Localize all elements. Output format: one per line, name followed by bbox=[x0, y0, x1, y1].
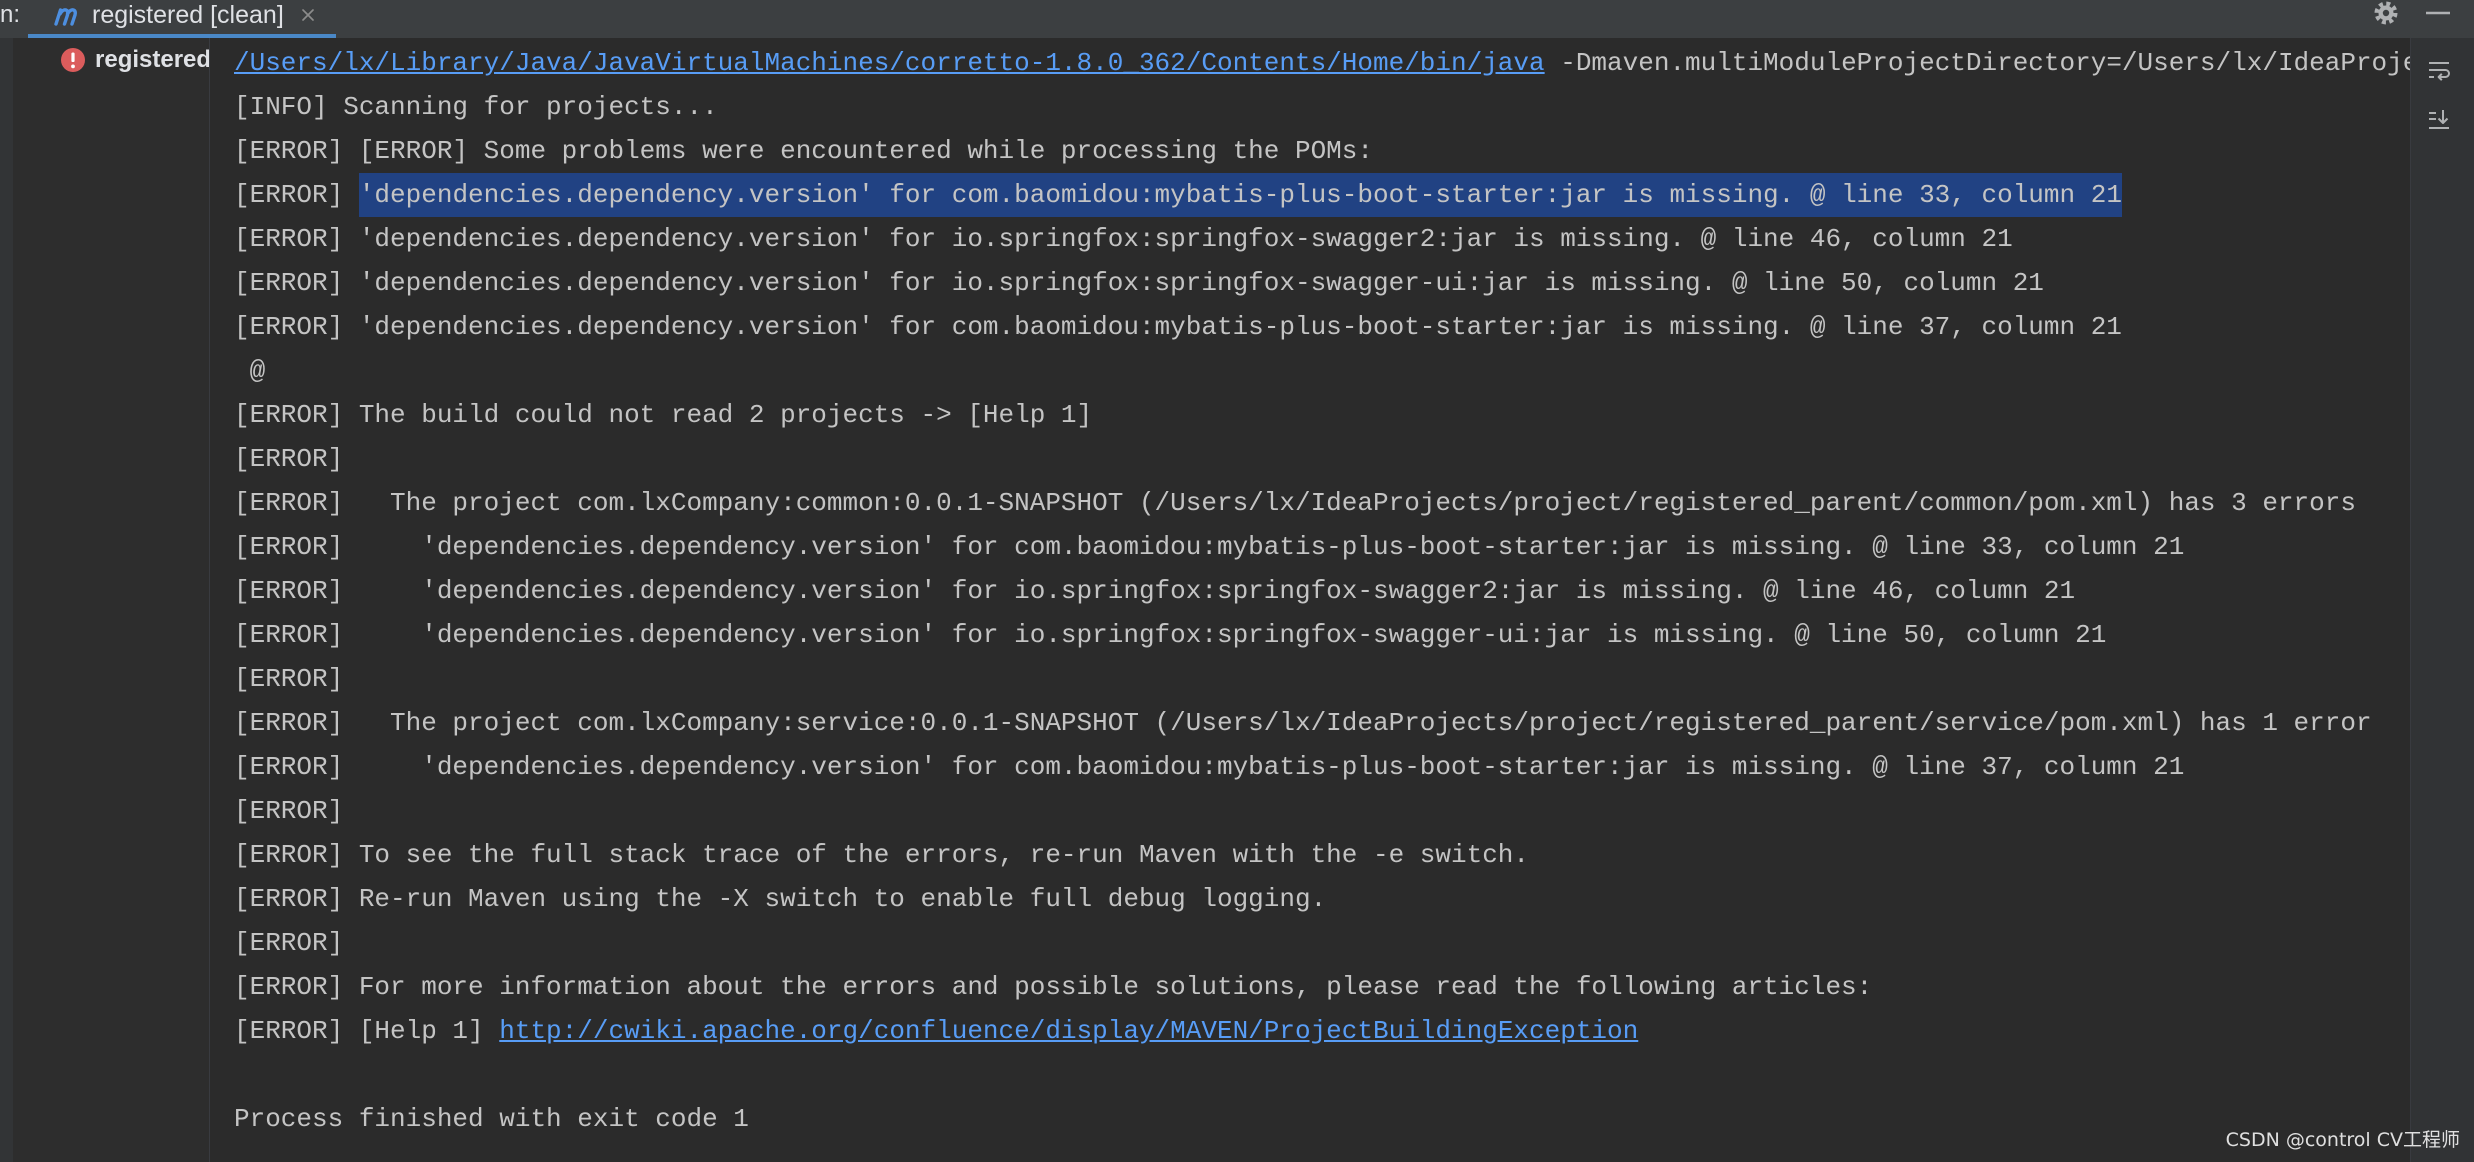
help-link[interactable]: http://cwiki.apache.org/confluence/displ… bbox=[499, 1016, 1638, 1046]
console-line: [ERROR] The build could not read 2 proje… bbox=[234, 400, 1093, 430]
run-tool-window-header: n: registered [clean] bbox=[0, 0, 2474, 38]
java-path-link[interactable]: /Users/lx/Library/Java/JavaVirtualMachin… bbox=[234, 48, 1545, 78]
console-line: [ERROR] To see the full stack trace of t… bbox=[234, 840, 1530, 870]
console-line: [ERROR] Re-run Maven using the -X switch… bbox=[234, 884, 1327, 914]
console-output[interactable]: /Users/lx/Library/Java/JavaVirtualMachin… bbox=[210, 38, 2410, 1162]
close-icon[interactable] bbox=[298, 5, 318, 25]
scroll-to-end-icon[interactable] bbox=[2426, 107, 2452, 133]
line-prefix: [ERROR] bbox=[234, 180, 359, 210]
console-line-help: [ERROR] [Help 1] http://cwiki.apache.org… bbox=[234, 1009, 2410, 1053]
soft-wrap-icon[interactable] bbox=[2426, 58, 2452, 84]
tab-registered-clean[interactable]: registered [clean] bbox=[28, 0, 336, 38]
console-line: [ERROR] bbox=[234, 796, 344, 826]
console-line: [ERROR] 'dependencies.dependency.version… bbox=[234, 576, 2076, 606]
console-line-command: /Users/lx/Library/Java/JavaVirtualMachin… bbox=[234, 41, 2410, 85]
console-line: [ERROR] [ERROR] Some problems were encou… bbox=[234, 136, 1373, 166]
console-line: [ERROR] The project com.lxCompany:common… bbox=[234, 488, 2356, 518]
line-prefix: [ERROR] [Help 1] bbox=[234, 1016, 500, 1046]
console-line: [ERROR] 'dependencies.dependency.version… bbox=[234, 312, 2122, 342]
console-line: [ERROR] 'dependencies.dependency.version… bbox=[234, 268, 2044, 298]
console-line: @ bbox=[234, 356, 266, 386]
console-line-selected: [ERROR] 'dependencies.dependency.version… bbox=[234, 173, 2410, 217]
console-line: [ERROR] 'dependencies.dependency.version… bbox=[234, 752, 2185, 782]
tree-node-label: registered bbox=[95, 46, 210, 73]
tree-node-registered[interactable]: registered bbox=[13, 38, 209, 84]
tab-title: registered [clean] bbox=[92, 1, 284, 29]
console-line: [ERROR] bbox=[234, 928, 344, 958]
left-tool-strip bbox=[0, 38, 13, 1162]
console-line: [ERROR] bbox=[234, 664, 344, 694]
gear-icon[interactable] bbox=[2373, 0, 2399, 26]
minimize-icon[interactable] bbox=[2425, 0, 2451, 26]
run-label: n: bbox=[0, 1, 21, 28]
process-exit-message: Process finished with exit code 1 bbox=[234, 1104, 749, 1134]
console-line: [ERROR] 'dependencies.dependency.version… bbox=[234, 224, 2013, 254]
console-line: [ERROR] 'dependencies.dependency.version… bbox=[234, 620, 2107, 650]
console-side-toolbar bbox=[2410, 38, 2474, 1162]
error-icon bbox=[61, 48, 85, 72]
build-tree-panel: registered bbox=[13, 38, 210, 1162]
console-line: [INFO] Scanning for projects... bbox=[234, 92, 718, 122]
console-line: [ERROR] For more information about the e… bbox=[234, 972, 1873, 1002]
console-line: [ERROR] The project com.lxCompany:servic… bbox=[234, 708, 2372, 738]
maven-icon bbox=[54, 8, 77, 26]
selected-text[interactable]: 'dependencies.dependency.version' for co… bbox=[358, 173, 2122, 217]
command-arguments: -Dmaven.multiModuleProjectDirectory=/Use… bbox=[1544, 48, 2410, 78]
watermark: CSDN @control CV工程师 bbox=[2225, 1129, 2460, 1151]
console-line: [ERROR] bbox=[234, 444, 344, 474]
console-line: [ERROR] 'dependencies.dependency.version… bbox=[234, 532, 2185, 562]
